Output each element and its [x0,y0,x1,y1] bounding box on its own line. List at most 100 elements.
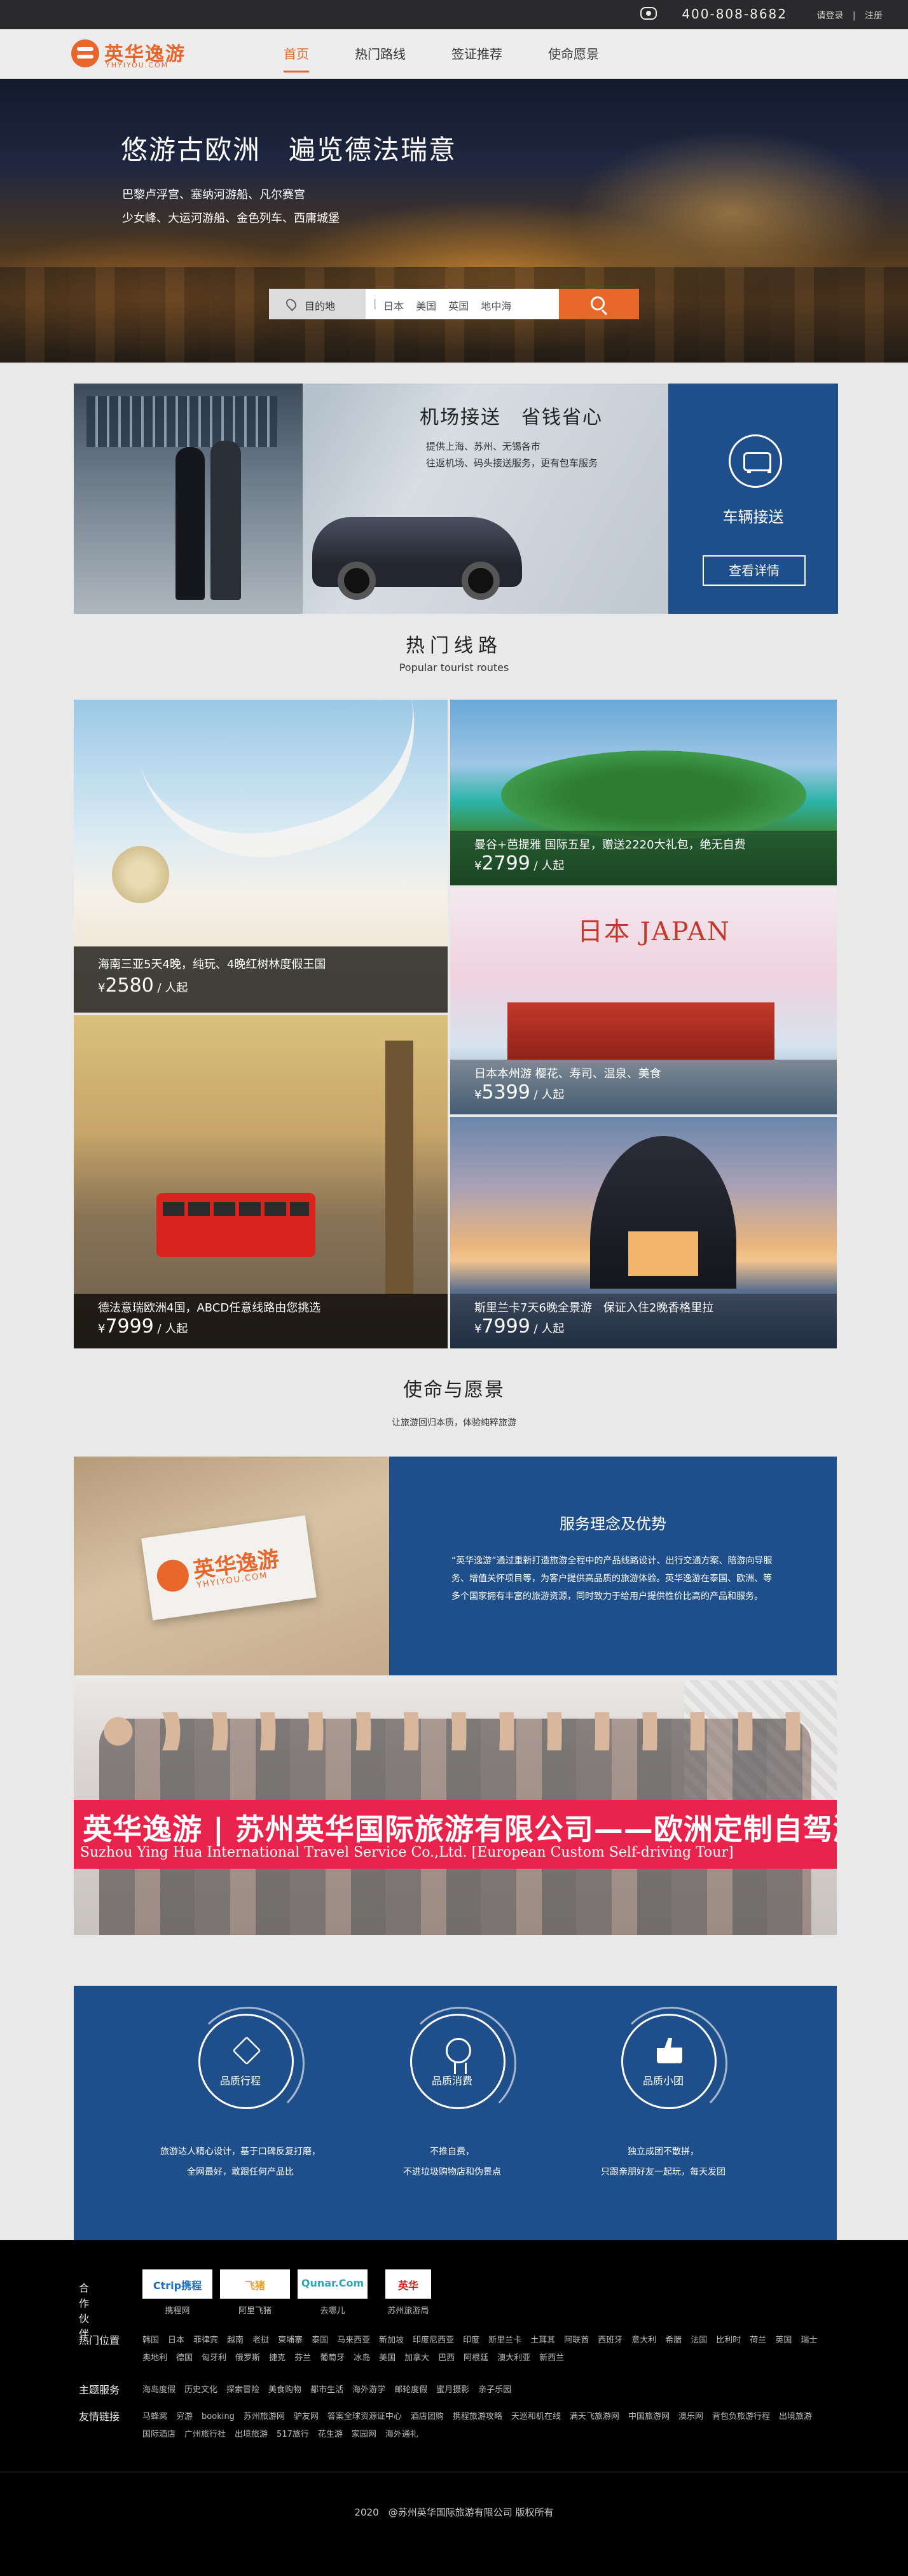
hot-location-link[interactable]: 西班牙 [598,2332,623,2350]
quick-destination-usa[interactable]: 美国 [416,300,436,312]
hot-location-link[interactable]: 巴西 [438,2350,455,2367]
red-bus-shape [156,1193,315,1257]
theme-service-link[interactable]: 海岛度假 [142,2381,175,2399]
hot-location-link[interactable]: 美国 [379,2350,396,2367]
route-caption: 海南三亚5天4晚，纯玩、4晚红树林度假王国 ¥2580 / 人起 [74,946,448,1013]
hot-location-link[interactable]: 俄罗斯 [235,2350,260,2367]
hot-location-link[interactable]: 奥地利 [142,2350,167,2367]
hot-location-link[interactable]: 日本 [168,2332,184,2350]
airport-transfer-banner[interactable]: 机场接送 省钱省心 提供上海、苏州、无锡各市 往返机场、码头接送服务，更有包车服… [74,384,838,614]
register-link[interactable]: 注册 [865,11,883,21]
route-card-srilanka[interactable]: 斯里兰卡7天6晚全景游 保证入住2晚香格里拉 ¥7999 / 人起 [450,1117,837,1348]
route-price: ¥7999 / 人起 [98,1315,188,1338]
brand-card: 英华逸游 YHYIYOU.COM [141,1515,317,1621]
hot-location-link[interactable]: 瑞士 [801,2332,817,2350]
friend-link[interactable]: 天巡和机在线 [511,2408,561,2426]
hot-location-link[interactable]: 芬兰 [294,2350,311,2367]
site-logo[interactable]: 英华逸游 YHYIYOU.COM [71,38,192,70]
route-card-bangkok[interactable]: 曼谷+芭提雅 国际五星，赠送2220大礼包，绝无自费 ¥2799 / 人起 [450,700,837,885]
hot-location-link[interactable]: 捷克 [269,2350,285,2367]
company-banner: 英华逸游 | 苏州英华国际旅游有限公司——欧洲定制自驾游 Suzhou Ying… [74,1800,837,1869]
hero-title: 悠游古欧洲 遍览德法瑞意 [121,134,457,165]
destination-field[interactable]: 目的地 [269,289,366,319]
quick-destination-uk[interactable]: 英国 [448,300,469,312]
friend-link[interactable]: 携程旅游攻略 [453,2408,502,2426]
theme-service-link[interactable]: 都市生活 [310,2381,343,2399]
theme-service-link[interactable]: 亲子乐园 [478,2381,511,2399]
friend-link[interactable]: 满天飞旅游网 [570,2408,619,2426]
nav-item-visa[interactable]: 签证推荐 [429,29,525,79]
value-desc-1: 不推自费， [430,2147,474,2157]
hot-location-link[interactable]: 土耳其 [530,2332,555,2350]
view-details-button[interactable]: 查看详情 [703,555,806,586]
friend-link[interactable]: 花生游 [318,2426,343,2444]
login-link[interactable]: 请登录 [816,11,843,21]
friend-link[interactable]: 海外通礼 [385,2426,418,2444]
hot-location-link[interactable]: 比利时 [716,2332,741,2350]
hot-location-link[interactable]: 新西兰 [539,2350,564,2367]
hot-location-link[interactable]: 法国 [691,2332,707,2350]
hot-location-link[interactable]: 英国 [775,2332,792,2350]
quick-destination-mediterranean[interactable]: 地中海 [481,300,511,312]
nav-item-home[interactable]: 首页 [261,29,332,79]
theme-service-link[interactable]: 邮轮度假 [394,2381,427,2399]
hot-location-link[interactable]: 葡萄牙 [320,2350,345,2367]
hot-location-link[interactable]: 老挝 [252,2332,269,2350]
friend-link[interactable]: 出境旅游 [779,2408,812,2426]
partner-logo[interactable]: 英华 苏州旅游局 [385,2269,431,2316]
company-banner-line-1: 英华逸游 | 苏州英华国际旅游有限公司——欧洲定制自驾游 [83,1812,837,1846]
friend-link[interactable]: 广州旅行社 [184,2426,226,2444]
friend-link[interactable]: 家园网 [352,2426,376,2444]
friend-link[interactable]: 答案全球资源证中心 [327,2408,402,2426]
friend-link[interactable]: 国际酒店 [142,2426,175,2444]
hot-location-link[interactable]: 德国 [176,2350,193,2367]
friend-link[interactable]: 背包负旅游行程 [712,2408,770,2426]
route-card-japan[interactable]: 日本 JAPAN 日本本州游 樱花、寿司、温泉、美食 ¥5399 / 人起 [450,888,837,1114]
hot-location-link[interactable]: 柬埔寨 [278,2332,303,2350]
route-card-europe[interactable]: 德法意瑞欧洲4国，ABCD任意线路由您挑选 ¥7999 / 人起 [74,1015,448,1348]
theme-service-link[interactable]: 探索冒险 [226,2381,259,2399]
nav-item-mission[interactable]: 使命愿景 [525,29,622,79]
hot-location-link[interactable]: 新加坡 [379,2332,404,2350]
hot-location-link[interactable]: 加拿大 [404,2350,429,2367]
theme-service-link[interactable]: 历史文化 [184,2381,217,2399]
friend-link[interactable]: 驴友网 [294,2408,319,2426]
theme-service-link[interactable]: 美食购物 [268,2381,301,2399]
hot-location-link[interactable]: 阿根廷 [464,2350,488,2367]
friend-link[interactable]: 517旅行 [277,2426,309,2444]
quick-destination-japan[interactable]: 日本 [383,300,404,312]
hot-location-link[interactable]: 澳大利亚 [497,2350,530,2367]
friend-link[interactable]: booking [202,2408,235,2426]
partner-logo[interactable]: Qunar.Com 去哪儿 [298,2269,368,2316]
friend-link[interactable]: 澳乐网 [678,2408,703,2426]
nav-item-hot-routes[interactable]: 热门路线 [332,29,429,79]
partner-logo[interactable]: Ctrip携程 携程网 [142,2269,212,2316]
hot-location-link[interactable]: 印度 [463,2332,479,2350]
hot-location-link[interactable]: 越南 [227,2332,244,2350]
hot-location-link[interactable]: 意大利 [631,2332,656,2350]
hot-location-link[interactable]: 斯里兰卡 [488,2332,521,2350]
friend-link[interactable]: 出境旅游 [235,2426,268,2444]
hot-location-link[interactable]: 阿联酋 [564,2332,589,2350]
friend-link[interactable]: 马蜂窝 [142,2408,167,2426]
friend-link[interactable]: 苏州旅游网 [244,2408,285,2426]
hot-location-link[interactable]: 韩国 [142,2332,159,2350]
hot-location-link[interactable]: 泰国 [312,2332,328,2350]
theme-service-link[interactable]: 海外游学 [352,2381,385,2399]
hot-location-link[interactable]: 冰岛 [354,2350,370,2367]
hot-location-link[interactable]: 匈牙利 [202,2350,226,2367]
hot-location-link[interactable]: 马来西亚 [337,2332,370,2350]
hot-location-link[interactable]: 印度尼西亚 [413,2332,454,2350]
hot-location-link[interactable]: 希腊 [665,2332,682,2350]
friend-link[interactable]: 酒店团购 [411,2408,444,2426]
hot-location-link[interactable]: 菲律宾 [193,2332,218,2350]
route-card-sanya[interactable]: 海南三亚5天4晚，纯玩、4晚红树林度假王国 ¥2580 / 人起 [74,700,448,1013]
link-separator: | [852,11,856,21]
friend-link[interactable]: 中国旅游网 [628,2408,670,2426]
theme-service-link[interactable]: 蜜月摄影 [436,2381,469,2399]
friend-link[interactable]: 穷游 [176,2408,193,2426]
hot-location-link[interactable]: 荷兰 [750,2332,766,2350]
search-button[interactable] [559,289,639,319]
partner-logo-text: Qunar.Com [301,2277,364,2289]
partner-logo[interactable]: 飞猪 阿里飞猪 [220,2269,290,2316]
